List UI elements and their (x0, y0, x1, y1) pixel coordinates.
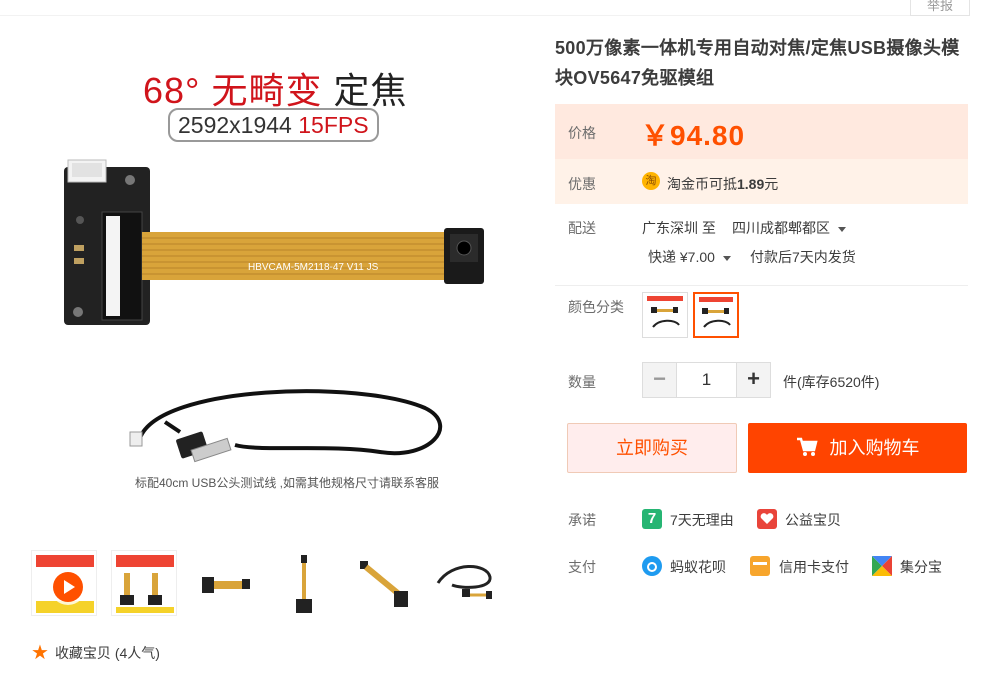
thumbnail-5[interactable] (351, 550, 417, 616)
payment-huabei[interactable]: 蚂蚁花呗 (670, 557, 726, 577)
board-print: HBVCAM-5M2118-47 V11 JS (248, 262, 379, 273)
shipping-label: 配送 (568, 220, 596, 236)
payment-label: 支付 (568, 559, 596, 575)
huabei-icon (642, 556, 662, 576)
price-label: 价格 (568, 125, 596, 141)
thumbnail-strip (31, 550, 501, 616)
shipping-from: 广东深圳 至 (642, 220, 716, 236)
color-label: 颜色分类 (568, 299, 624, 315)
hero-spec: 2592x1944 15FPS (168, 108, 379, 142)
shipping-destination-select[interactable]: 四川成都郫都区 (732, 218, 846, 238)
top-divider (0, 15, 910, 16)
thumbnail-video[interactable] (31, 550, 97, 616)
quantity-stepper: − 1 + (642, 362, 771, 398)
taojinbi-coin-icon: 淘 (642, 172, 660, 190)
product-title: 500万像素一体机专用自动对焦/定焦USB摄像头模块OV5647免驱模组 (555, 38, 960, 88)
buy-now-button[interactable]: 立即购买 (567, 423, 737, 473)
quantity-label: 数量 (568, 374, 596, 390)
favorite-button[interactable]: ★ 收藏宝贝 (4人气) (31, 643, 160, 663)
chevron-down-icon (838, 226, 846, 232)
payment-credit-card[interactable]: 信用卡支付 (779, 557, 849, 577)
credit-card-icon (750, 556, 770, 576)
promo-text: 淘金币可抵1.89元 (667, 176, 779, 192)
hero-title: 68° 无畸变 定焦 (143, 70, 408, 111)
add-to-cart-button[interactable]: 加入购物车 (748, 423, 967, 473)
cart-icon (796, 437, 818, 456)
price-row: 价格 ￥94.80 (555, 104, 968, 159)
jifenbao-icon (872, 556, 892, 576)
color-option-1[interactable] (642, 292, 688, 338)
dispatch-time: 付款后7天内发货 (750, 249, 856, 265)
star-icon: ★ (31, 642, 49, 664)
seven-day-return-icon: 7 (642, 509, 662, 529)
report-link[interactable]: 举报 (910, 0, 970, 16)
quantity-input[interactable]: 1 (677, 363, 736, 397)
section-divider (555, 285, 968, 286)
favorite-count: (4人气) (114, 645, 160, 661)
favorite-label: 收藏宝贝 (54, 645, 111, 661)
shipping-method-select[interactable]: 快递 ¥7.00 (648, 247, 731, 267)
payment-jifenbao[interactable]: 集分宝 (900, 557, 942, 577)
promise-label: 承诺 (568, 512, 596, 528)
thumbnail-2[interactable] (111, 550, 177, 616)
color-option-2-selected[interactable] (693, 292, 739, 338)
promise-item-charity[interactable]: 公益宝贝 (785, 510, 841, 530)
promise-item-return[interactable]: 7天无理由 (670, 510, 734, 530)
image-caption: 标配40cm USB公头测试线 ,如需其他规格尺寸请联系客服 (135, 476, 440, 490)
charity-heart-icon (757, 509, 777, 529)
promo-label: 优惠 (568, 176, 596, 192)
thumbnail-3[interactable] (191, 550, 257, 616)
thumbnail-6[interactable] (431, 550, 497, 616)
quantity-decrease-button[interactable]: − (643, 363, 677, 397)
quantity-increase-button[interactable]: + (736, 363, 770, 397)
chevron-down-icon (722, 255, 731, 261)
play-icon[interactable] (53, 572, 83, 602)
stock-info: 件(库存6520件) (783, 374, 880, 390)
price-box: 价格 ￥94.80 优惠 淘 淘金币可抵1.89元 (555, 104, 968, 204)
price-value: ￥94.80 (641, 120, 746, 151)
thumbnail-4[interactable] (271, 550, 337, 616)
